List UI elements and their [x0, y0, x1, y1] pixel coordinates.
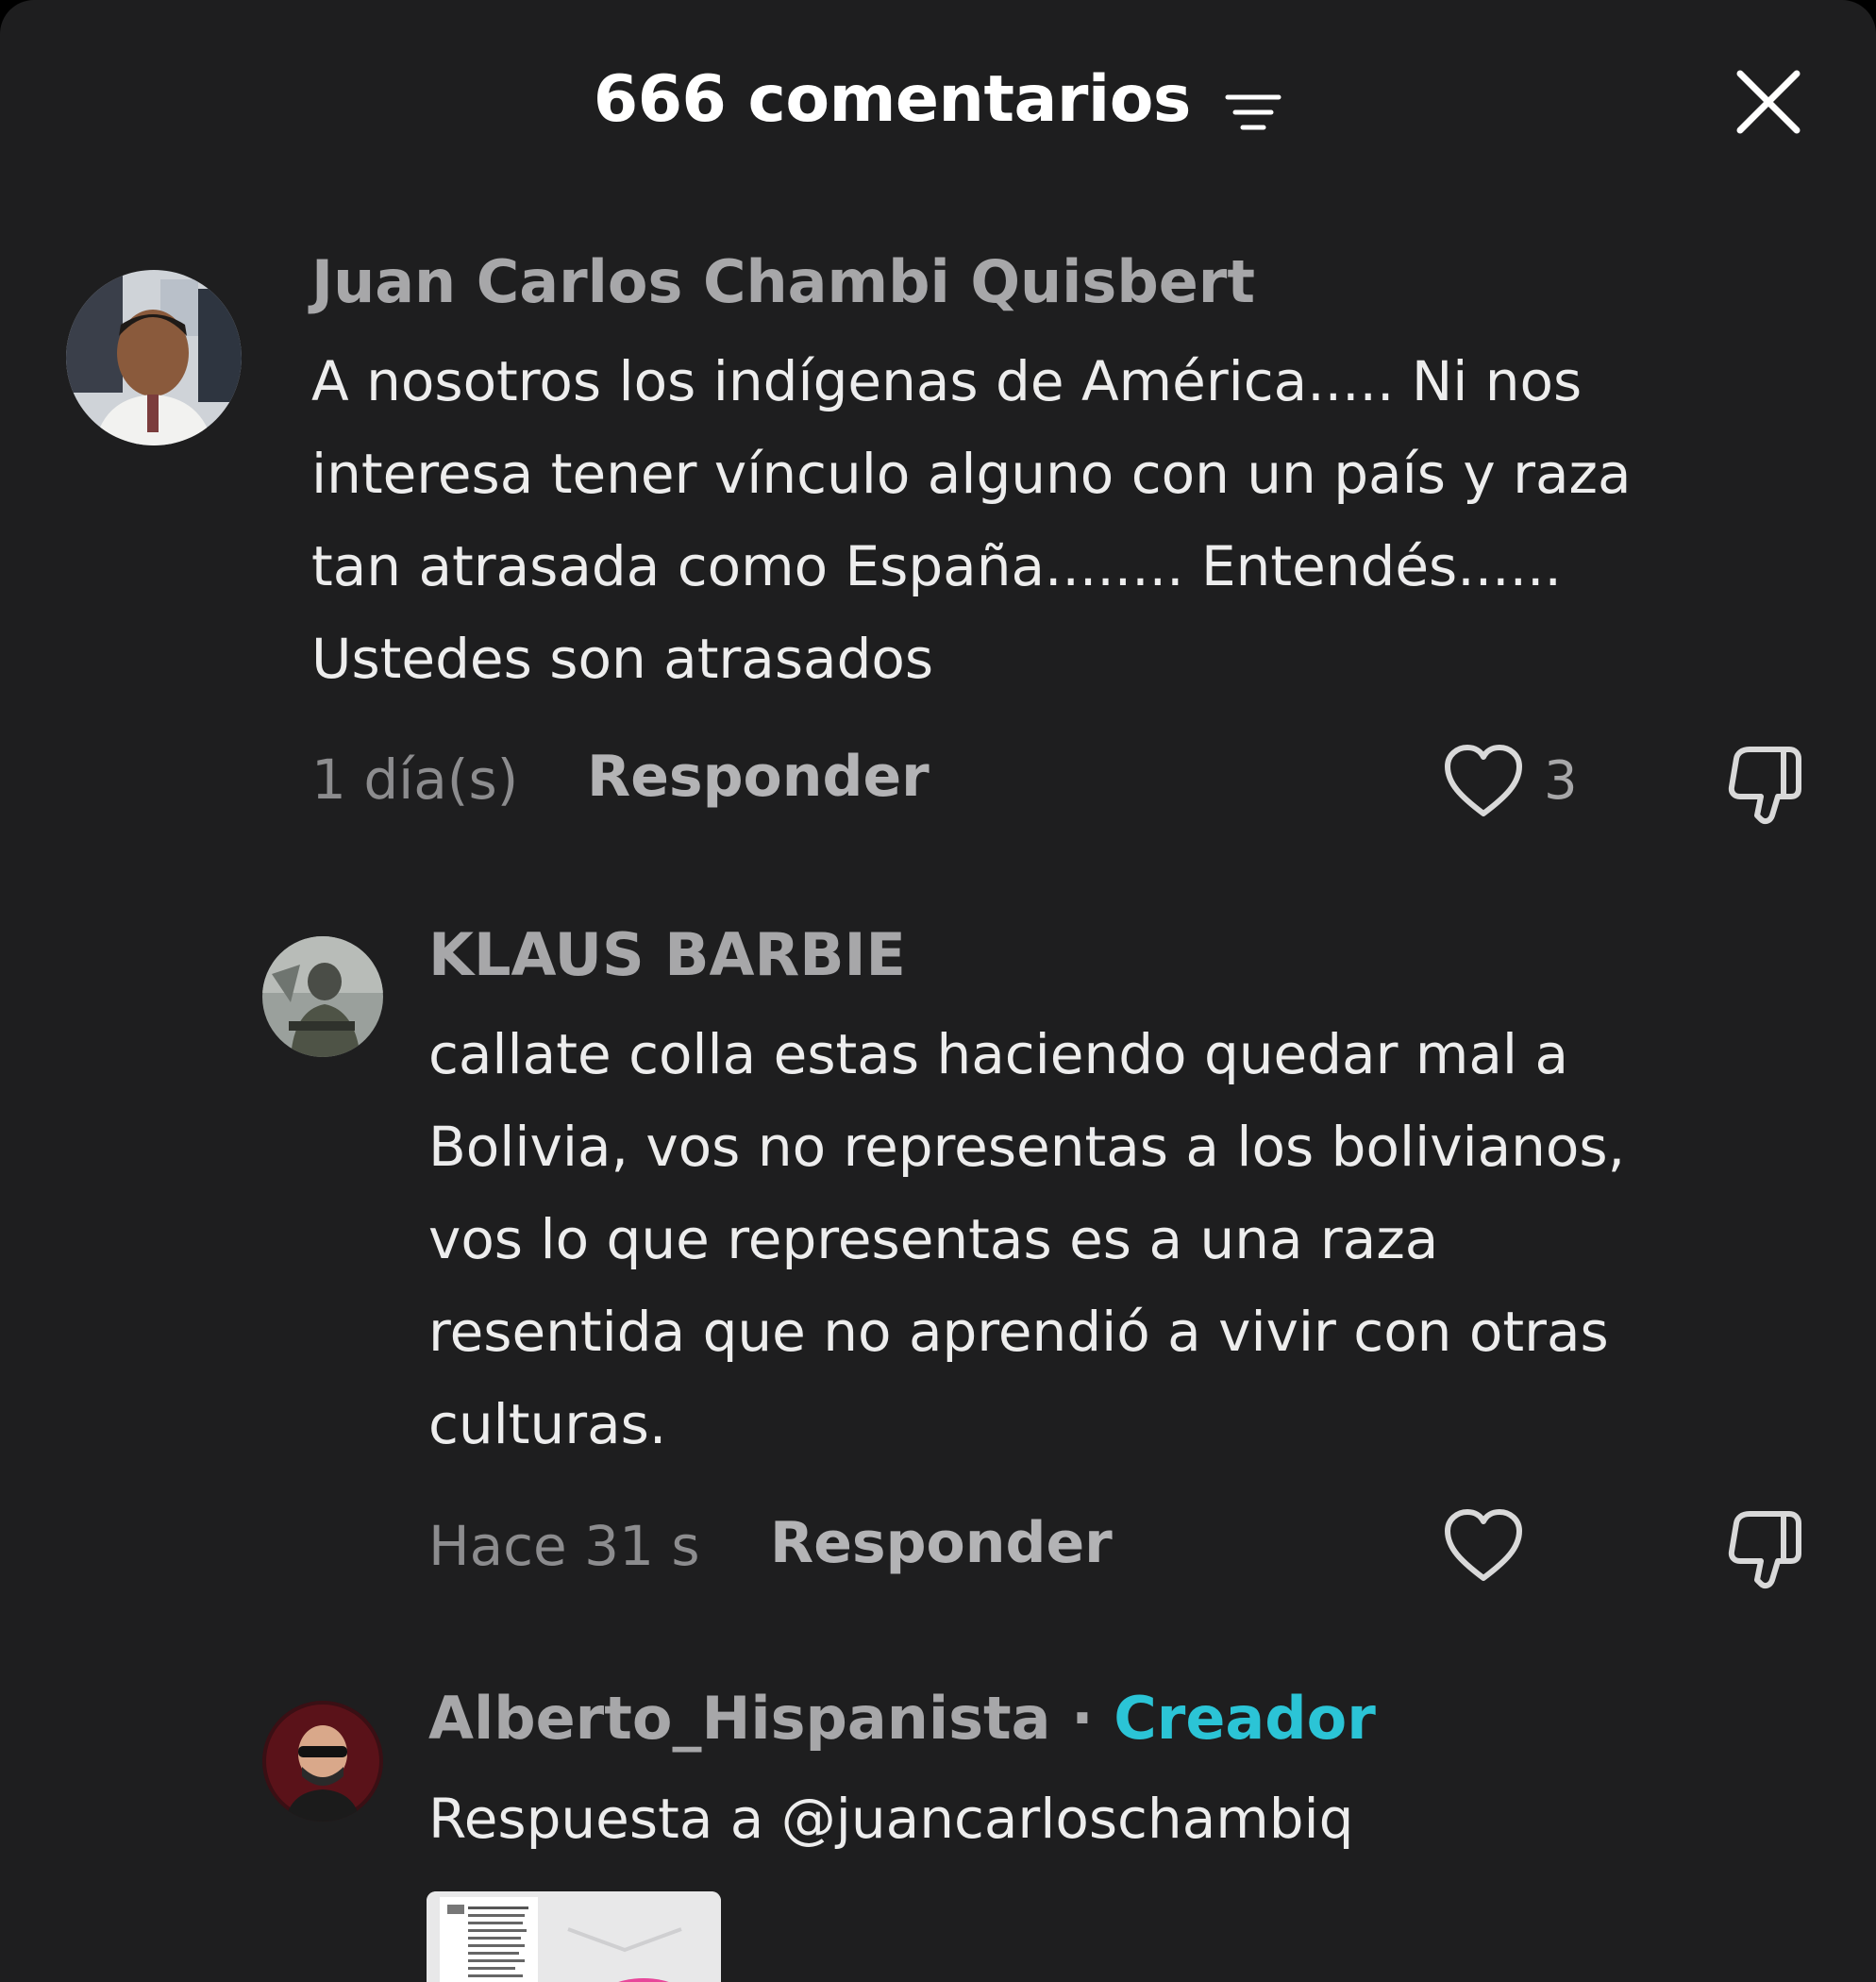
- attached-image-thumbnail[interactable]: [427, 1891, 721, 1982]
- dislike-icon[interactable]: [1723, 1506, 1810, 1595]
- comment-count-number: 666: [593, 61, 727, 137]
- reply-button[interactable]: Responder: [770, 1510, 1113, 1576]
- comment-line: Ustedes son atrasados: [311, 627, 934, 691]
- separator-dot: ·: [1071, 1684, 1094, 1753]
- comment-text: A nosotros los indígenas de América.....…: [311, 335, 1821, 705]
- comment-timestamp: 1 día(s): [311, 747, 519, 812]
- comment-line: interesa tener vínculo alguno con un paí…: [311, 442, 1632, 506]
- avatar[interactable]: [262, 936, 383, 1057]
- comment-line: A nosotros los indígenas de América.....…: [311, 349, 1583, 413]
- comment-username[interactable]: Alberto_Hispanista: [428, 1684, 1051, 1753]
- heart-icon[interactable]: [1442, 1506, 1525, 1587]
- creator-badge: Creador: [1114, 1684, 1376, 1753]
- like-count: 3: [1544, 750, 1578, 812]
- comment-line: resentida que no aprendió a vivir con ot…: [428, 1300, 1609, 1364]
- reply-button[interactable]: Responder: [587, 744, 930, 810]
- dislike-icon[interactable]: [1723, 742, 1810, 831]
- heart-icon[interactable]: [1442, 742, 1525, 823]
- comment-timestamp: Hace 31 s: [428, 1514, 700, 1578]
- close-button[interactable]: [1731, 64, 1806, 140]
- comment-header-line: Alberto_Hispanista · Creador: [428, 1684, 1376, 1753]
- avatar[interactable]: [262, 1701, 383, 1822]
- close-icon: [1736, 70, 1801, 134]
- comment-text: Respuesta a @juancarloschambiq: [428, 1787, 1354, 1851]
- comment-count-label: comentarios: [747, 61, 1192, 137]
- filter-icon[interactable]: [1224, 76, 1282, 130]
- comments-sheet: 666 comentarios Juan Carlos Chambi Quisb…: [0, 0, 1876, 1982]
- comment-line: culturas.: [428, 1392, 667, 1456]
- comment-line: tan atrasada como España........ Entendé…: [311, 534, 1562, 598]
- comments-header: 666 comentarios: [0, 59, 1876, 137]
- comment-line: vos lo que representas es a una raza: [428, 1207, 1439, 1271]
- comment-count: 666 comentarios: [594, 62, 1213, 137]
- comment-text: callate colla estas haciendo quedar mal …: [428, 1008, 1844, 1470]
- comment-line: Bolivia, vos no representas a los bolivi…: [428, 1115, 1626, 1179]
- comment-line: callate colla estas haciendo quedar mal …: [428, 1022, 1569, 1086]
- comment-username[interactable]: Juan Carlos Chambi Quisbert: [311, 247, 1255, 316]
- avatar[interactable]: [66, 270, 242, 445]
- comment-username[interactable]: KLAUS BARBIE: [428, 920, 906, 989]
